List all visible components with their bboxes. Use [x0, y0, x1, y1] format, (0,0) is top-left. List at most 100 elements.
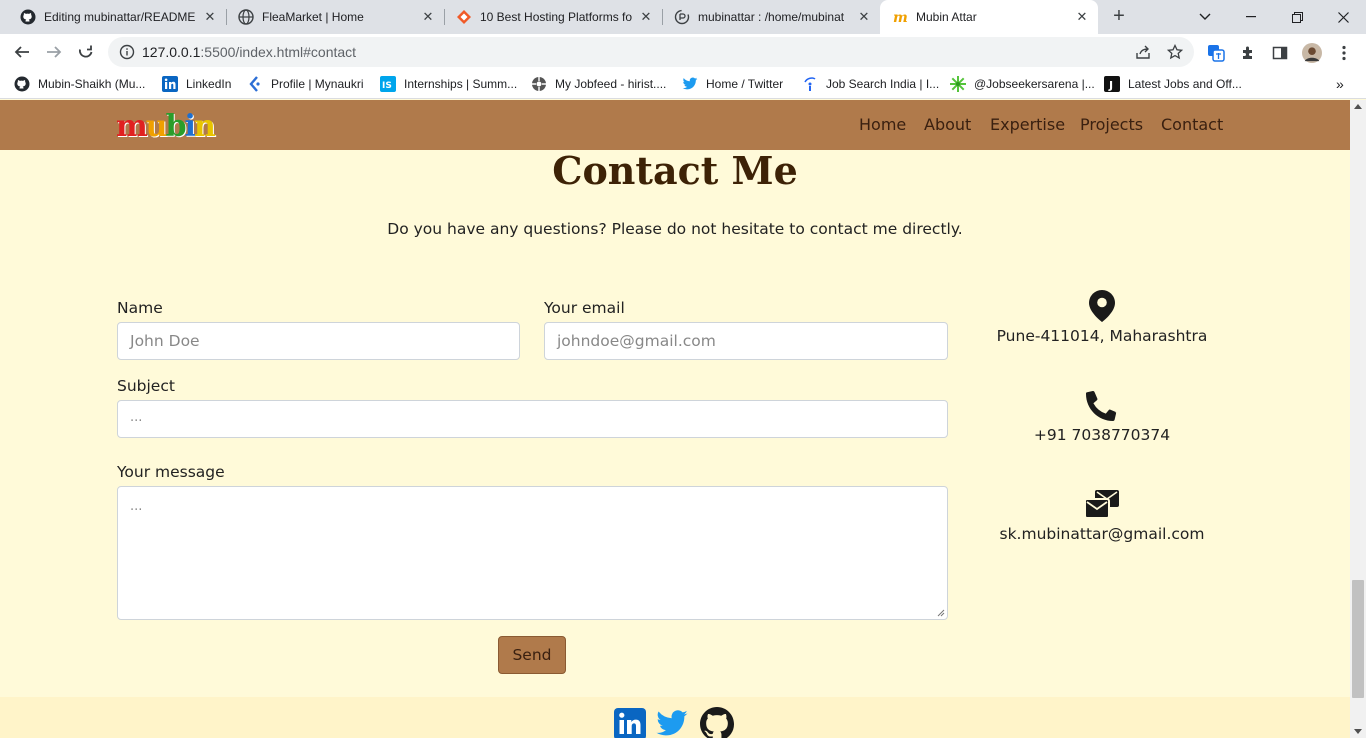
message-textarea[interactable]: ...: [117, 486, 948, 620]
logo-letter: i: [184, 109, 196, 144]
pythonanywhere-icon: [674, 9, 690, 25]
email-input[interactable]: johndoe@gmail.com: [544, 322, 948, 360]
indeed-icon: [802, 76, 818, 92]
close-icon[interactable]: ✕: [856, 9, 872, 25]
info-icon[interactable]: [118, 43, 136, 61]
email-label: Your email: [544, 299, 625, 317]
close-icon[interactable]: ✕: [420, 9, 436, 25]
close-icon[interactable]: ✕: [1074, 9, 1090, 25]
contact-subtitle: Do you have any questions? Please do not…: [387, 220, 963, 238]
tab-strip: Editing mubinattar/README. ✕ FleaMarket …: [0, 0, 1366, 34]
tab-fleamarket[interactable]: FleaMarket | Home ✕: [218, 0, 444, 34]
linkedin-icon[interactable]: [613, 707, 647, 738]
message-placeholder: ...: [130, 499, 143, 514]
name-input[interactable]: John Doe: [117, 322, 520, 360]
bookmark-label: Home / Twitter: [706, 77, 784, 91]
new-tab-button[interactable]: +: [1108, 6, 1130, 28]
tab-mubin-attar[interactable]: m Mubin Attar ✕: [880, 0, 1098, 34]
github-icon[interactable]: [700, 707, 734, 738]
diamond-icon: [456, 9, 472, 25]
side-panel-icon[interactable]: [1270, 43, 1290, 63]
nav-contact[interactable]: Contact: [1161, 115, 1223, 134]
tab-title: 10 Best Hosting Platforms for: [480, 10, 632, 24]
send-button[interactable]: Send: [498, 636, 566, 674]
internshala-icon: IS: [380, 76, 396, 92]
extensions-icon[interactable]: [1238, 43, 1258, 63]
phone-icon: [1086, 389, 1118, 421]
logo-letter: n: [193, 109, 216, 144]
minimize-button[interactable]: [1228, 0, 1274, 34]
hirist-icon: [531, 76, 547, 92]
site-navbar: mubin Home About Expertise Projects Cont…: [0, 100, 1350, 150]
tab-hosting[interactable]: 10 Best Hosting Platforms for ✕: [436, 0, 662, 34]
bookmark-linkedin[interactable]: LinkedIn: [162, 75, 231, 93]
tab-readme[interactable]: Editing mubinattar/README. ✕: [0, 0, 226, 34]
scroll-up-arrow-icon[interactable]: [1354, 104, 1362, 109]
map-marker-icon: [1088, 290, 1116, 322]
star-icon: [950, 76, 966, 92]
bookmark-twitter[interactable]: Home / Twitter: [682, 75, 783, 93]
share-icon[interactable]: [1134, 43, 1152, 61]
bookmarks-bar: Mubin-Shaikh (Mu... LinkedIn Profile | M…: [0, 70, 1366, 99]
subject-label: Subject: [117, 377, 175, 395]
close-icon[interactable]: ✕: [202, 9, 218, 25]
bookmark-latest-jobs[interactable]: J Latest Jobs and Off...: [1104, 75, 1242, 93]
address-bar[interactable]: 127.0.0.1:5500/index.html#contact: [108, 37, 1194, 67]
url-text: 127.0.0.1:5500/index.html#contact: [142, 44, 356, 60]
subject-input[interactable]: ...: [117, 400, 948, 438]
twitter-icon[interactable]: [655, 707, 689, 738]
phone-text: +91 7038770374: [1033, 426, 1171, 444]
tab-title: mubinattar : /home/mubinat: [698, 10, 845, 24]
reload-icon[interactable]: [74, 40, 98, 64]
nav-home[interactable]: Home: [859, 115, 906, 134]
svg-text:J: J: [1108, 79, 1113, 92]
profile-avatar-icon[interactable]: [1302, 43, 1322, 63]
back-icon[interactable]: [10, 40, 34, 64]
bookmark-indeed[interactable]: Job Search India | I...: [802, 75, 939, 93]
bookmark-jobseekersarena[interactable]: @Jobseekersarena |...: [950, 75, 1095, 93]
bookmark-naukri[interactable]: Profile | Mynaukri: [247, 75, 363, 93]
page-title: Contact Me: [552, 148, 798, 193]
bookmark-github[interactable]: Mubin-Shaikh (Mu...: [14, 75, 145, 93]
message-label: Your message: [117, 463, 225, 481]
globe-icon: [238, 9, 254, 25]
close-icon[interactable]: ✕: [638, 9, 654, 25]
translate-extension-icon[interactable]: [1206, 43, 1226, 63]
more-bookmarks-icon[interactable]: »: [1336, 75, 1344, 93]
scroll-down-arrow-icon[interactable]: [1354, 729, 1362, 734]
close-window-button[interactable]: [1320, 0, 1366, 34]
tab-title: FleaMarket | Home: [262, 10, 364, 24]
email-text: sk.mubinattar@gmail.com: [999, 525, 1205, 543]
site-logo[interactable]: mubin: [116, 109, 216, 145]
nav-about[interactable]: About: [924, 115, 971, 134]
bookmark-label: Profile | Mynaukri: [271, 77, 364, 91]
menu-icon[interactable]: [1334, 43, 1354, 63]
bookmark-hirist[interactable]: My Jobfeed - hirist....: [531, 75, 666, 93]
bookmark-label: Mubin-Shaikh (Mu...: [38, 77, 146, 91]
github-icon: [14, 76, 30, 92]
nav-expertise[interactable]: Expertise: [990, 115, 1065, 134]
location-text: Pune-411014, Maharashtra: [996, 327, 1208, 345]
bookmark-label: Internships | Summ...: [404, 77, 518, 91]
logo-letter: b: [165, 109, 187, 144]
restore-button[interactable]: [1274, 0, 1320, 34]
tab-search-icon[interactable]: [1182, 0, 1228, 34]
tab-title: Mubin Attar: [916, 10, 977, 24]
page-viewport: mubin Home About Expertise Projects Cont…: [0, 100, 1350, 738]
nav-projects[interactable]: Projects: [1080, 115, 1143, 134]
name-label: Name: [117, 299, 163, 317]
twitter-icon: [682, 76, 698, 92]
scrollbar-thumb[interactable]: [1352, 580, 1364, 698]
forward-icon[interactable]: [42, 40, 66, 64]
bookmark-label: My Jobfeed - hirist....: [555, 77, 667, 91]
mail-bulk-icon: [1083, 488, 1121, 520]
star-bookmark-icon[interactable]: [1166, 43, 1184, 61]
m-logo-icon: m: [892, 9, 908, 25]
j-icon: J: [1104, 76, 1120, 92]
github-icon: [20, 9, 36, 25]
resize-handle-icon[interactable]: [937, 609, 945, 617]
naukri-icon: [247, 76, 263, 92]
bookmark-label: Latest Jobs and Off...: [1128, 77, 1242, 91]
tab-pythonanywhere[interactable]: mubinattar : /home/mubinat ✕: [654, 0, 880, 34]
bookmark-internshala[interactable]: IS Internships | Summ...: [380, 75, 517, 93]
